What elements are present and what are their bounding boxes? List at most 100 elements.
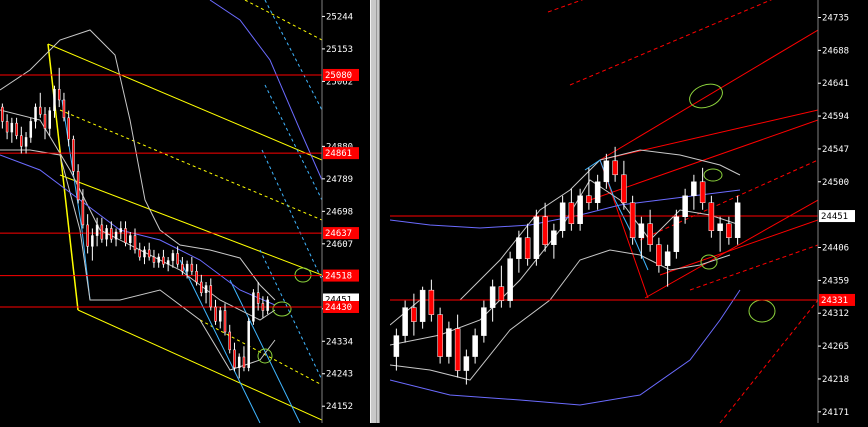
right-candle-body [586,195,592,204]
right-candle-body [411,307,417,322]
left-candle-body [62,99,66,119]
left-candle-body [195,271,198,283]
left-candle-body [185,263,189,272]
cyan-trend [584,159,649,271]
right-tick-label: 24265 [822,342,849,352]
right-candle-body [542,216,548,245]
left-candle-body [81,199,85,226]
left-candle-body [247,321,250,368]
left-candle-body [15,122,18,136]
cyan-dashed-3 [261,149,322,281]
bollinger-upper [390,149,741,326]
left-candle-body [228,331,231,351]
left-candle-body [105,228,108,240]
left-candle-body [256,292,260,304]
left-candle-body [252,292,255,322]
left-price-tag-label: 24430 [325,303,352,313]
left-candle-body [72,138,75,172]
left-tick-label: 25244 [326,12,353,22]
left-price-tag-label: 24637 [325,229,352,239]
right-panel: 24735 24688 24641 24594 24547 24500 24406 24359… [390,0,855,423]
right-candle-body [708,202,715,231]
left-tick-label: 24607 [326,240,353,250]
left-candle-body [181,263,184,272]
left-candle-body [43,113,47,129]
left-candle-body [176,253,179,265]
right-tick-label: 24594 [822,112,849,122]
red-channel-top [599,29,818,161]
panel-divider[interactable] [370,0,380,423]
right-tick-label: 24500 [822,178,849,188]
left-tick-label: 24334 [326,337,353,347]
right-candle-body [621,174,627,204]
left-candle-body [209,285,213,308]
moving-average [0,154,276,306]
left-candle-body [266,299,269,311]
yellow-dashed-low [199,319,322,386]
right-candle-body [551,230,557,245]
right-candle-body [612,160,618,176]
left-candle-body [29,121,33,138]
right-candle-body [498,286,505,301]
right-candle-body [699,181,706,204]
left-candle-body [110,228,113,240]
right-candle-body [533,216,540,259]
left-tick-label: 25153 [326,45,353,55]
left-candle-body [48,110,51,129]
left-candle-body [119,228,123,233]
right-price-tag-label: 24451 [821,212,848,222]
left-candle-body [233,349,236,368]
left-candle-body [261,303,265,311]
left-tick-label: 24698 [326,207,353,217]
right-candle-body [437,314,443,357]
right-plot-area [390,0,818,423]
right-candle-body [577,195,583,224]
highlight-circle [294,267,312,283]
left-candle-body [219,310,222,322]
right-candle-body [516,237,522,259]
left-candle-body [57,88,61,101]
right-candle-body [682,195,688,217]
right-candle-body [402,307,408,336]
yellow-dashed-top [244,0,322,41]
left-candle-body [91,235,94,247]
right-tick-label: 24547 [822,145,849,155]
left-candle-body [171,253,175,261]
left-candle-body [124,228,127,243]
left-candle-body [100,224,104,240]
left-candle-body [166,260,170,265]
yellow-channel-top [47,43,322,161]
left-candle-body [20,135,23,147]
right-candle-body [568,202,575,224]
right-tick-label: 24641 [822,79,849,89]
right-candle-body [507,258,513,301]
right-candle-body [428,289,435,315]
highlight-circle [703,168,723,182]
left-candle-body [204,285,208,293]
right-candle-body [673,216,680,252]
left-candle-body [152,256,156,263]
right-candle-body [481,307,487,336]
yellow-channel-mid [59,174,322,276]
highlight-circle [272,301,292,317]
right-tick-label: 24312 [822,309,849,319]
left-candle-body [129,235,132,243]
left-tick-label: 24243 [326,370,353,380]
bollinger-upper [0,29,276,301]
red-channel-lower [644,199,818,299]
left-panel: 2524425153250622488024789246982460724516… [0,0,359,423]
left-candle-body [24,137,28,147]
right-tick-label: 24406 [822,244,849,254]
highlight-circle [689,83,723,109]
left-candle-body [39,106,42,115]
right-price-tag-label: 24331 [821,296,848,306]
cyan-solid-2 [229,279,301,423]
left-candle-body [190,263,194,272]
left-candle-body [5,121,9,133]
right-candle-body [393,335,400,357]
left-candle-body [242,356,246,368]
left-candle-body [200,281,203,293]
left-candle-body [133,235,137,251]
right-candle-body [463,356,470,371]
left-candle-body [76,171,80,201]
